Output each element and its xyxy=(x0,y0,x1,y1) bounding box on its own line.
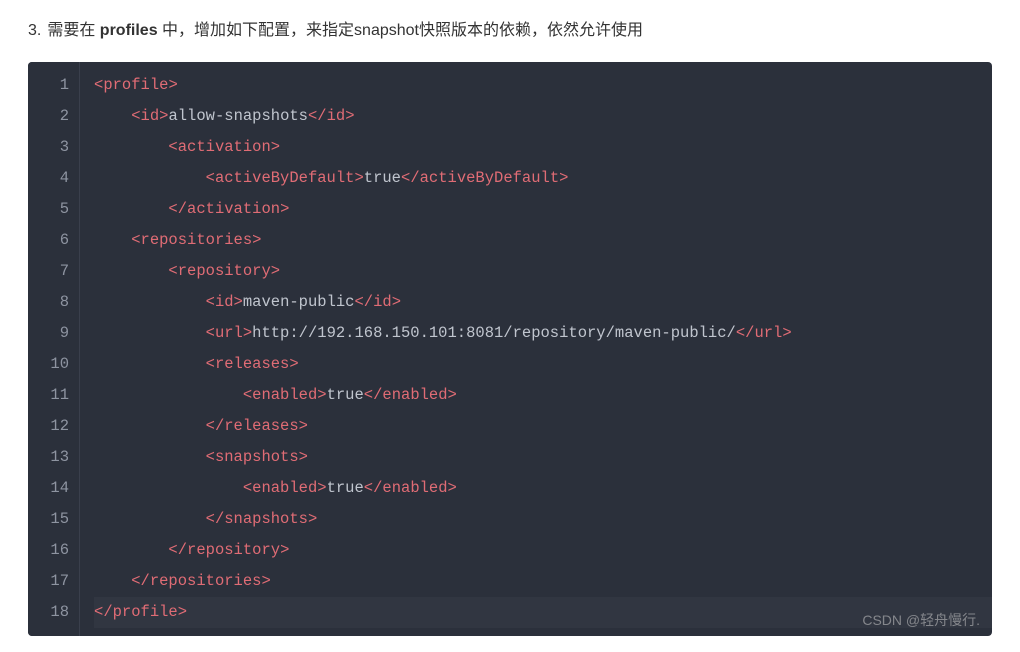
line-number: 11 xyxy=(28,380,79,411)
code-inner: 1 2 3 4 5 6 7 8 9 10 11 12 13 14 15 16 1… xyxy=(28,62,992,636)
code-line: <profile> xyxy=(94,70,992,101)
code-line: <id>maven-public</id> xyxy=(94,287,992,318)
instr-bold: profiles xyxy=(100,22,158,39)
document-section: 3. 需要在 profiles 中，增加如下配置，来指定snapshot快照版本… xyxy=(0,0,1020,652)
line-number: 10 xyxy=(28,349,79,380)
code-line: </activation> xyxy=(94,194,992,225)
list-number: 3. xyxy=(28,18,41,44)
line-number: 15 xyxy=(28,504,79,535)
line-number: 14 xyxy=(28,473,79,504)
code-line: </repositories> xyxy=(94,566,992,597)
line-number: 17 xyxy=(28,566,79,597)
instr-post: 中，增加如下配置，来指定snapshot快照版本的依赖，依然允许使用 xyxy=(158,22,643,39)
code-line: <url>http://192.168.150.101:8081/reposit… xyxy=(94,318,992,349)
code-line: </snapshots> xyxy=(94,504,992,535)
line-number: 12 xyxy=(28,411,79,442)
line-number-gutter: 1 2 3 4 5 6 7 8 9 10 11 12 13 14 15 16 1… xyxy=(28,62,80,636)
code-line: <enabled>true</enabled> xyxy=(94,380,992,411)
code-content[interactable]: <profile> <id>allow-snapshots</id> <acti… xyxy=(80,62,992,636)
code-line: <activeByDefault>true</activeByDefault> xyxy=(94,163,992,194)
line-number: 13 xyxy=(28,442,79,473)
instr-pre: 需要在 xyxy=(47,22,99,39)
code-line: </releases> xyxy=(94,411,992,442)
code-block: 1 2 3 4 5 6 7 8 9 10 11 12 13 14 15 16 1… xyxy=(28,62,992,636)
line-number: 2 xyxy=(28,101,79,132)
line-number: 6 xyxy=(28,225,79,256)
code-line: <repository> xyxy=(94,256,992,287)
code-line: </repository> xyxy=(94,535,992,566)
line-number: 1 xyxy=(28,70,79,101)
instruction-text: 需要在 profiles 中，增加如下配置，来指定snapshot快照版本的依赖… xyxy=(47,18,992,44)
line-number: 18 xyxy=(28,597,79,628)
line-number: 16 xyxy=(28,535,79,566)
line-number: 9 xyxy=(28,318,79,349)
code-line: <snapshots> xyxy=(94,442,992,473)
line-number: 4 xyxy=(28,163,79,194)
code-line: <activation> xyxy=(94,132,992,163)
line-number: 8 xyxy=(28,287,79,318)
code-line: <repositories> xyxy=(94,225,992,256)
line-number: 5 xyxy=(28,194,79,225)
code-line: <enabled>true</enabled> xyxy=(94,473,992,504)
code-line: <id>allow-snapshots</id> xyxy=(94,101,992,132)
line-number: 7 xyxy=(28,256,79,287)
line-number: 3 xyxy=(28,132,79,163)
code-line: </profile> xyxy=(94,597,992,628)
instruction-line: 3. 需要在 profiles 中，增加如下配置，来指定snapshot快照版本… xyxy=(28,18,992,44)
code-line: <releases> xyxy=(94,349,992,380)
